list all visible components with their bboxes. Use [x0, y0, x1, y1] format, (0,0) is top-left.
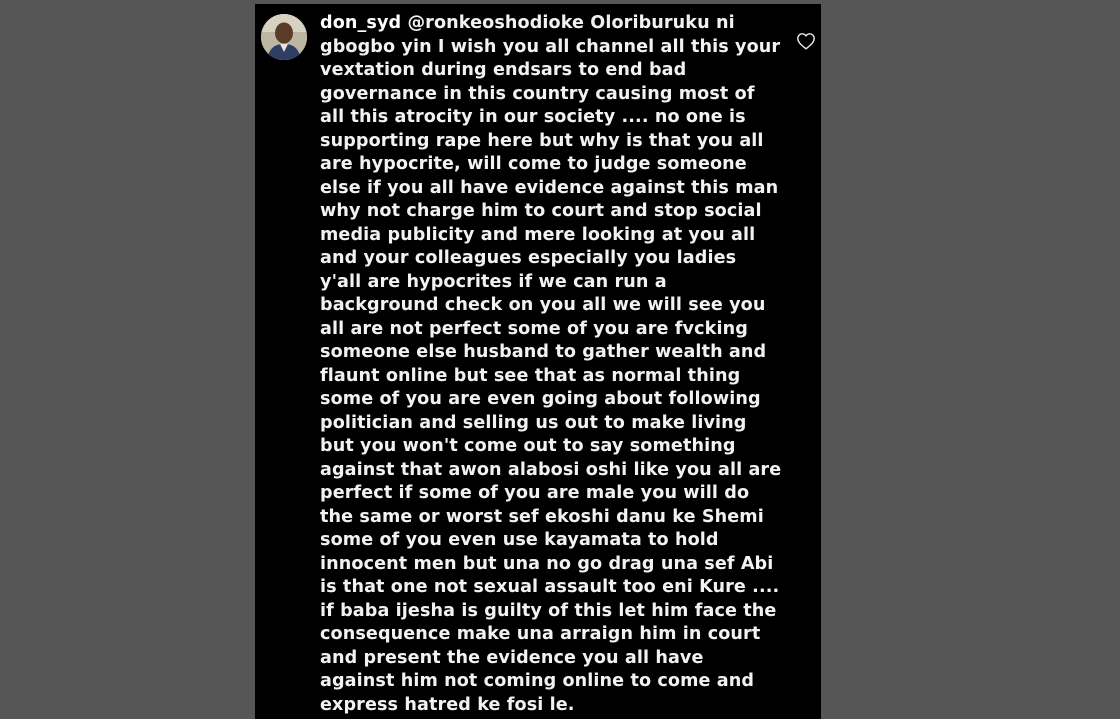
comment-line: media publicity and mere looking at you …: [320, 224, 756, 245]
comment-line: y'all are hypocrites if we can run a: [320, 271, 667, 292]
comment-line: the same or worst sef ekoshi danu ke She…: [320, 506, 764, 527]
comment-line: background check on you all we will see …: [320, 295, 766, 315]
comment-line: gbogbo yin I wish you all channel all th…: [320, 36, 781, 57]
username-link[interactable]: don_syd: [320, 13, 401, 33]
comment-line: and present the evidence you all have: [320, 647, 704, 668]
comment-panel: don_syd @ronkeoshodioke Oloriburuku ni g…: [255, 4, 821, 719]
comment-line: is that one not sexual assault too eni K…: [320, 577, 780, 597]
comment-line: are hypocrite, will come to judge someon…: [320, 154, 747, 174]
avatar-image: [261, 14, 307, 60]
comment-line: perfect if some of you are male you will…: [320, 483, 750, 503]
comment-line: against that awon alabosi oshi like you …: [320, 459, 782, 480]
comment-line: supporting rape here but why is that you…: [320, 130, 764, 151]
comment-line: and your colleagues especially you ladie…: [320, 248, 737, 268]
avatar[interactable]: [261, 14, 307, 60]
like-button[interactable]: [796, 32, 816, 50]
comment-line: against him not coming online to come an…: [320, 671, 755, 691]
comment-line: some of you are even going about followi…: [320, 389, 761, 409]
comment-line: consequence make una arraign him in cour…: [320, 624, 761, 644]
mention-link[interactable]: @ronkeoshodioke: [407, 13, 584, 33]
comment-line: governance in this country causing most …: [320, 83, 755, 104]
comment-text: don_syd @ronkeoshodioke Oloriburuku ni g…: [320, 12, 782, 717]
comment-line: all this atrocity in our society .... no…: [320, 107, 746, 127]
comment-line: else if you all have evidence against th…: [320, 177, 779, 198]
comment-line: some of you even use kayamata to hold: [320, 530, 719, 550]
comment-line: politician and selling us out to make li…: [320, 412, 747, 433]
comment-line: but you won't come out to say something: [320, 436, 736, 456]
comment-line: Oloriburuku ni: [584, 13, 735, 33]
heart-outline-icon: [797, 33, 815, 50]
comment-line: someone else husband to gather wealth an…: [320, 342, 767, 362]
comment-line: express hatred ke fosi le.: [320, 694, 575, 715]
comment-line: all are not perfect some of you are fvck…: [320, 318, 748, 339]
comment-line: flaunt online but see that as normal thi…: [320, 365, 741, 386]
comment-first-line: don_syd @ronkeoshodioke Oloriburuku ni: [320, 12, 770, 36]
comment-line: if baba ijesha is guilty of this let him…: [320, 600, 777, 621]
comment-line: innocent men but una no go drag una sef …: [320, 553, 774, 574]
comment-line: why not charge him to court and stop soc…: [320, 201, 762, 221]
comment-line: vextation during endsars to end bad: [320, 60, 687, 80]
